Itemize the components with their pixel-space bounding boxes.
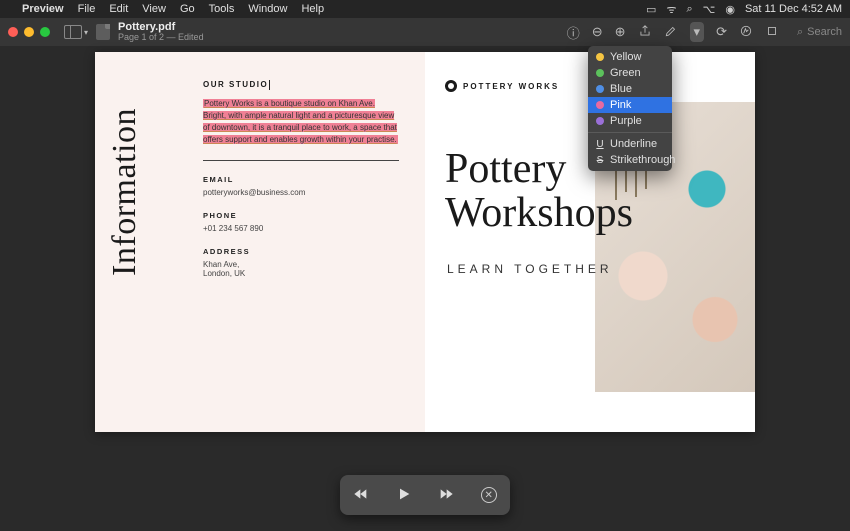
color-swatch-green: [596, 69, 604, 77]
app-name[interactable]: Preview: [22, 3, 64, 15]
zoom-out-button[interactable]: ⊖: [592, 24, 603, 40]
our-studio-heading[interactable]: OUR STUDIO: [203, 80, 399, 90]
section-divider: [203, 160, 399, 161]
phone-heading: PHONE: [203, 211, 399, 220]
document-viewport[interactable]: Information OUR STUDIO Pottery Works is …: [0, 46, 850, 531]
page-left-panel: Information OUR STUDIO Pottery Works is …: [95, 52, 425, 432]
window-subtitle: Page 1 of 2 — Edited: [118, 33, 204, 43]
highlight-option-purple[interactable]: Purple: [588, 113, 672, 129]
menu-tools[interactable]: Tools: [209, 3, 235, 15]
search-placeholder: Search: [807, 26, 842, 38]
info-button[interactable]: ⓘ: [567, 23, 580, 42]
menu-separator: [588, 132, 672, 133]
share-button[interactable]: [638, 24, 652, 41]
siri-icon[interactable]: ◉: [725, 3, 735, 16]
chevron-down-icon[interactable]: ▾: [84, 28, 88, 37]
menubar-status: ▭ ᯤ ⌕ ⌥ ◉ Sat 11 Dec 4:52 AM: [646, 2, 842, 17]
close-icon: ✕: [481, 487, 497, 503]
window-controls: [8, 27, 50, 37]
highlight-color-menu: Yellow Green Blue Pink Purple U Underlin…: [588, 46, 672, 171]
window-toolbar: ▾ Pottery.pdf Page 1 of 2 — Edited ⓘ ⊖ ⊕…: [0, 18, 850, 46]
color-swatch-blue: [596, 85, 604, 93]
menu-view[interactable]: View: [142, 3, 166, 15]
highlight-button[interactable]: [664, 24, 678, 41]
info-heading: Information: [106, 108, 144, 276]
zoom-window-button[interactable]: [40, 27, 50, 37]
highlight-dropdown-button[interactable]: ▾: [690, 22, 705, 42]
underline-icon: U: [596, 139, 604, 150]
magnifier-icon: ⌕: [797, 26, 803, 39]
document-icon: [96, 24, 110, 40]
email-heading: EMAIL: [203, 175, 399, 184]
text-cursor: [269, 80, 270, 90]
highlight-option-pink[interactable]: Pink: [588, 97, 672, 113]
zoom-in-button[interactable]: ⊕: [615, 24, 626, 40]
brand-name: POTTERY WORKS: [463, 82, 559, 91]
highlight-option-green[interactable]: Green: [588, 65, 672, 81]
search-field[interactable]: ⌕ Search: [797, 26, 842, 39]
playback-bar: ✕: [340, 475, 510, 515]
highlight-option-blue[interactable]: Blue: [588, 81, 672, 97]
fast-forward-button[interactable]: [438, 486, 454, 505]
battery-icon: ▭: [646, 3, 656, 16]
phone-value[interactable]: +01 234 567 890: [203, 224, 399, 233]
rotate-button[interactable]: ⟳: [716, 24, 727, 40]
address-heading: ADDRESS: [203, 247, 399, 256]
wifi-icon: ᯤ: [666, 2, 676, 17]
close-window-button[interactable]: [8, 27, 18, 37]
color-swatch-yellow: [596, 53, 604, 61]
clock: Sat 11 Dec 4:52 AM: [745, 3, 842, 15]
close-playback-button[interactable]: ✕: [481, 487, 497, 503]
search-icon[interactable]: ⌕: [687, 3, 693, 16]
menu-window[interactable]: Window: [248, 3, 287, 15]
brand-logo-icon: [445, 80, 457, 92]
menu-go[interactable]: Go: [180, 3, 195, 15]
rewind-button[interactable]: [353, 486, 369, 505]
menu-edit[interactable]: Edit: [109, 3, 128, 15]
play-button[interactable]: [396, 486, 412, 505]
color-swatch-purple: [596, 117, 604, 125]
highlight-option-yellow[interactable]: Yellow: [588, 49, 672, 65]
minimize-window-button[interactable]: [24, 27, 34, 37]
email-value[interactable]: potteryworks@business.com: [203, 188, 399, 197]
title-block: Pottery.pdf Page 1 of 2 — Edited: [118, 21, 204, 43]
markup-button[interactable]: [739, 24, 753, 41]
menu-file[interactable]: File: [78, 3, 96, 15]
color-swatch-pink: [596, 101, 604, 109]
address-line-2: London, UK: [203, 269, 399, 278]
strikethrough-icon: S: [596, 155, 604, 166]
crop-button[interactable]: [765, 24, 779, 41]
highlight-option-strikethrough[interactable]: S Strikethrough: [588, 152, 672, 168]
address-line-1: Khan Ave,: [203, 260, 399, 269]
highlight-option-underline[interactable]: U Underline: [588, 136, 672, 152]
studio-paragraph[interactable]: Pottery Works is a boutique studio on Kh…: [203, 98, 399, 146]
menubar: Preview File Edit View Go Tools Window H…: [0, 0, 850, 18]
control-center-icon[interactable]: ⌥: [703, 3, 716, 16]
menu-help[interactable]: Help: [301, 3, 324, 15]
subheadline: LEARN TOGETHER: [447, 262, 613, 276]
brand-lockup: POTTERY WORKS: [445, 80, 559, 92]
sidebar-toggle-button[interactable]: [64, 25, 82, 39]
